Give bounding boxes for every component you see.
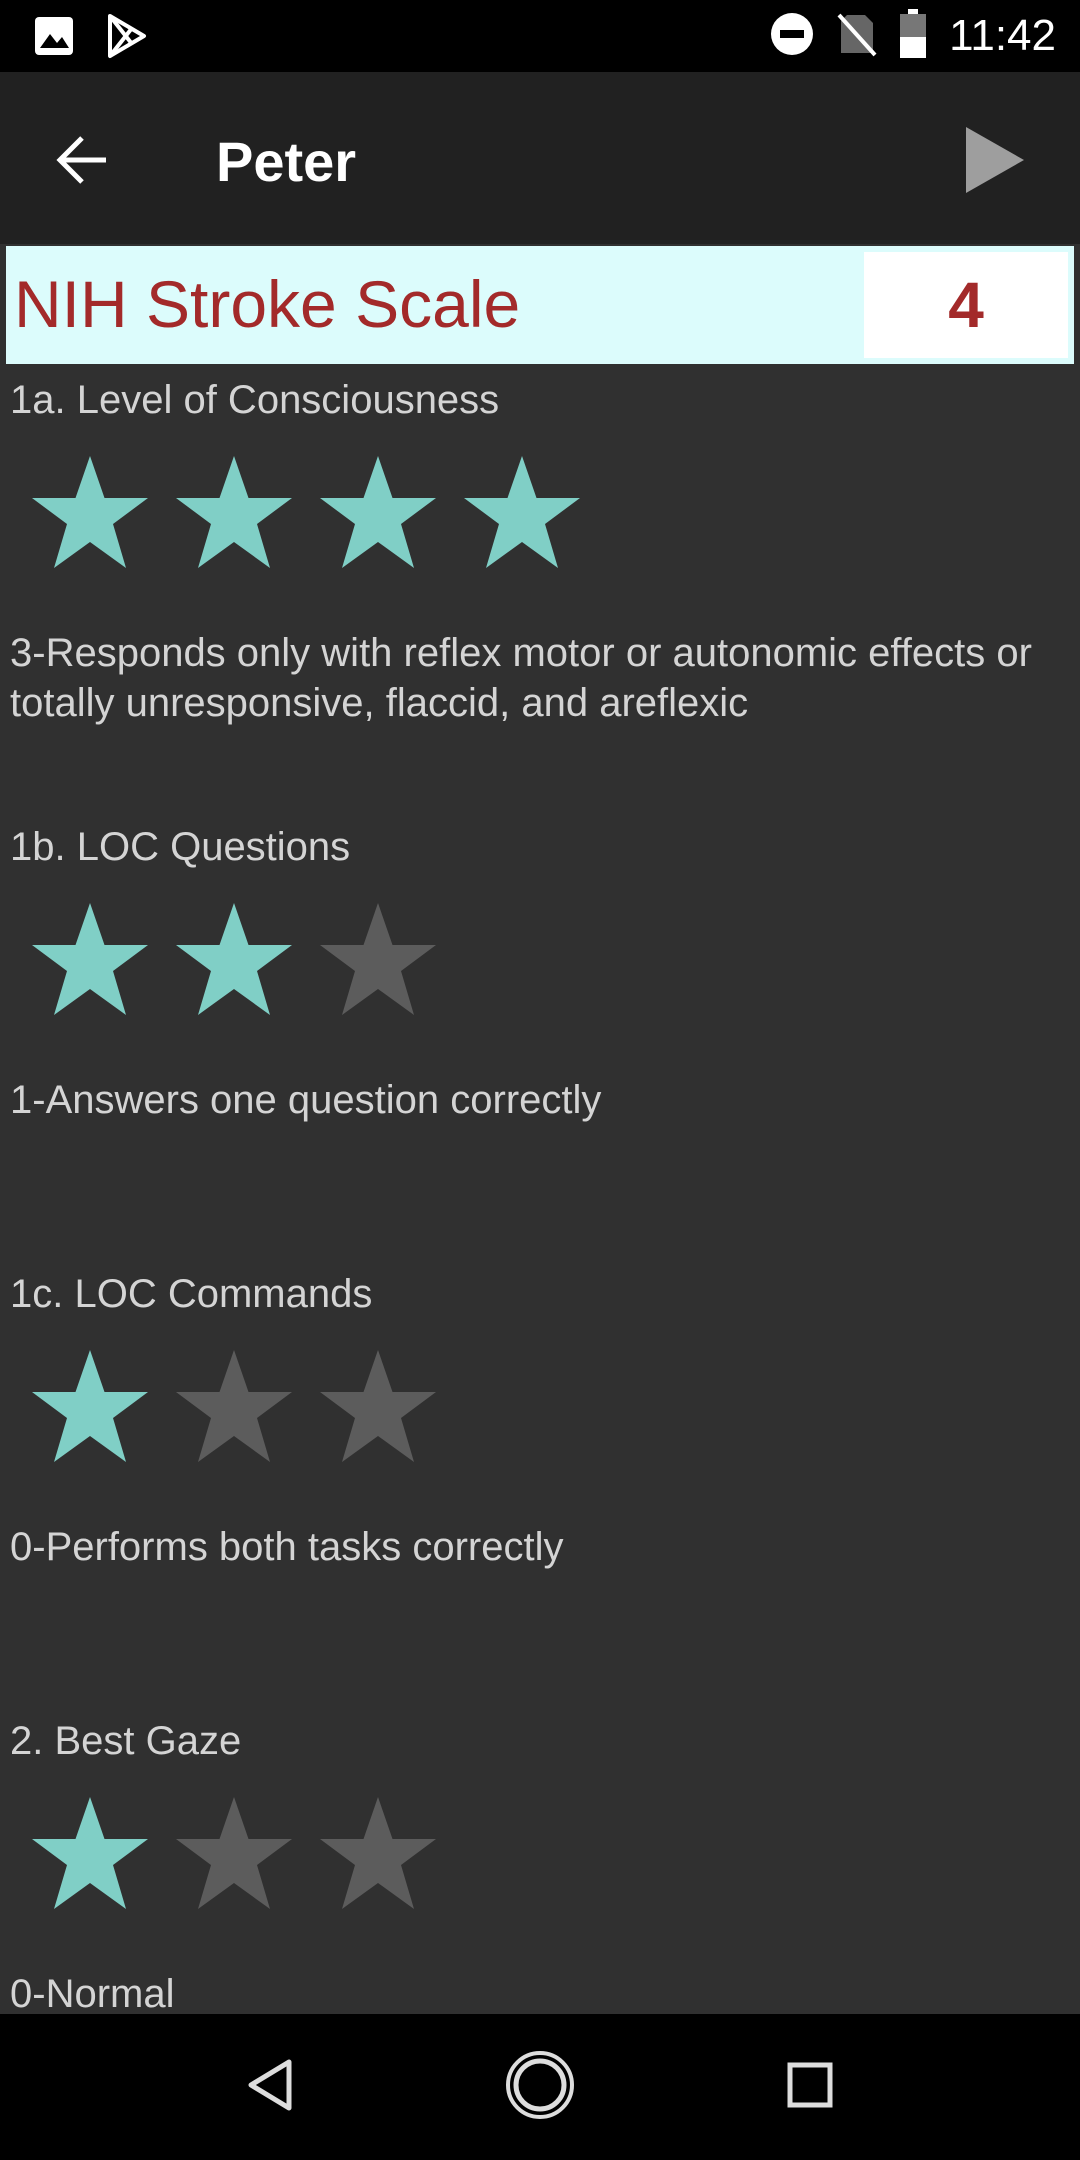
- star-empty-icon[interactable]: [306, 1346, 450, 1466]
- status-time: 11:42: [949, 11, 1056, 60]
- item-description: 3-Responds only with reflex motor or aut…: [10, 631, 1032, 725]
- battery-icon: [899, 8, 927, 64]
- status-system-icons: 11:42: [769, 8, 1056, 64]
- star-filled-icon[interactable]: [306, 452, 450, 572]
- star-rating[interactable]: [18, 452, 1070, 572]
- star-filled-icon[interactable]: [18, 1793, 162, 1913]
- no-sim-icon: [837, 11, 877, 62]
- play-button[interactable]: [944, 112, 1044, 212]
- item-label: 2. Best Gaze: [10, 1719, 242, 1763]
- scale-item: 2. Best Gaze 0-Normal: [10, 1717, 1070, 2019]
- item-description: 0-Performs both tasks correctly: [10, 1525, 564, 1569]
- item-description: 1-Answers one question correctly: [10, 1078, 602, 1122]
- navigation-bar: [0, 2014, 1080, 2160]
- page-title: Peter: [216, 130, 357, 193]
- do-not-disturb-icon: [769, 11, 815, 62]
- play-icon: [962, 125, 1026, 200]
- star-rating[interactable]: [18, 1346, 1070, 1466]
- triangle-back-icon: [245, 2058, 295, 2117]
- nav-recents-button[interactable]: [760, 2042, 860, 2132]
- nav-home-button[interactable]: [490, 2042, 590, 2132]
- play-store-icon: [102, 12, 150, 65]
- scale-item: 1b. LOC Questions 1-Answers one question…: [10, 823, 1070, 1125]
- star-filled-icon[interactable]: [162, 899, 306, 1019]
- score-header: NIH Stroke Scale 4: [6, 246, 1074, 364]
- star-filled-icon[interactable]: [162, 452, 306, 572]
- star-rating[interactable]: [18, 1793, 1070, 1913]
- home-circle-icon: [504, 2049, 576, 2126]
- star-empty-icon[interactable]: [162, 1793, 306, 1913]
- star-filled-icon[interactable]: [18, 1346, 162, 1466]
- item-label: 1b. LOC Questions: [10, 825, 351, 869]
- star-empty-icon[interactable]: [306, 1793, 450, 1913]
- status-bar: 11:42: [0, 0, 1080, 72]
- nav-back-button[interactable]: [220, 2042, 320, 2132]
- item-label: 1c. LOC Commands: [10, 1272, 373, 1316]
- scale-title: NIH Stroke Scale: [14, 267, 521, 341]
- image-icon: [32, 14, 76, 63]
- app-bar: Peter: [0, 72, 1080, 244]
- star-empty-icon[interactable]: [306, 899, 450, 1019]
- item-description: 0-Normal: [10, 1972, 175, 2016]
- star-filled-icon[interactable]: [18, 899, 162, 1019]
- total-score: 4: [864, 252, 1068, 358]
- back-button[interactable]: [40, 120, 124, 204]
- star-empty-icon[interactable]: [162, 1346, 306, 1466]
- star-filled-icon[interactable]: [450, 452, 594, 572]
- scale-item: 1c. LOC Commands 0-Performs both tasks c…: [10, 1270, 1070, 1572]
- square-recents-icon: [786, 2061, 834, 2114]
- star-rating[interactable]: [18, 899, 1070, 1019]
- star-filled-icon[interactable]: [18, 452, 162, 572]
- item-label: 1a. Level of Consciousness: [10, 378, 500, 422]
- status-notification-icons: [32, 12, 150, 65]
- arrow-left-icon: [54, 132, 110, 193]
- scale-item: 1a. Level of Consciousness 3-Responds on…: [10, 376, 1070, 728]
